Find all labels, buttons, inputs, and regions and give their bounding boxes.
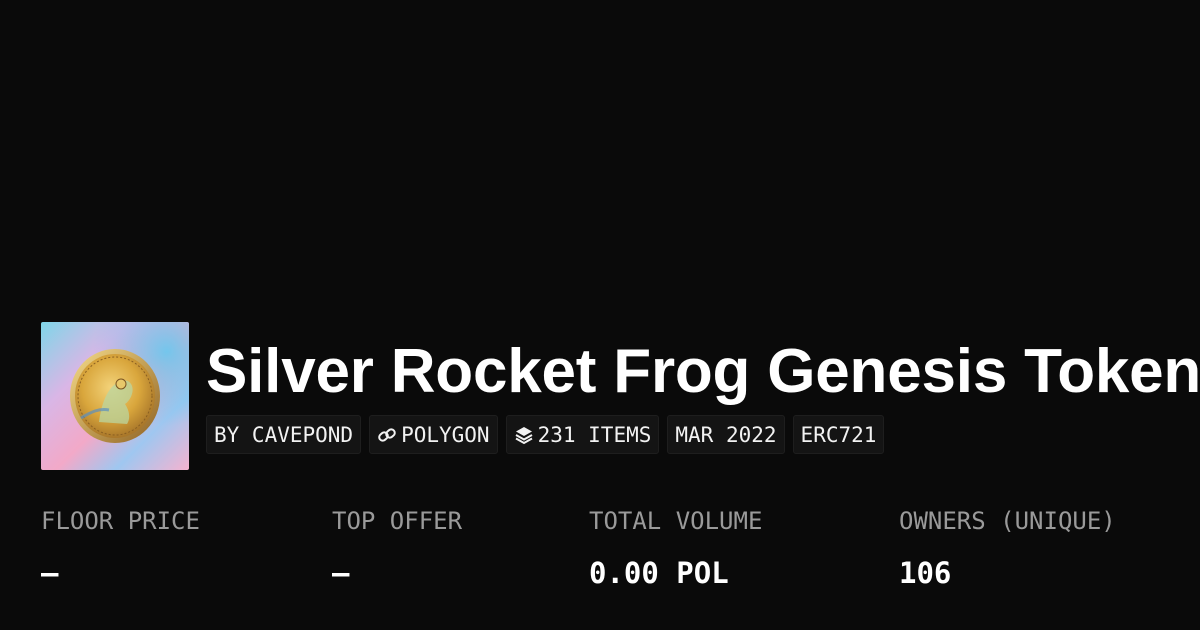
- top-offer-value: –: [332, 556, 350, 590]
- chain-tag[interactable]: POLYGON: [369, 415, 498, 454]
- top-offer-stat: TOP OFFER –: [332, 505, 462, 590]
- layers-icon: [514, 425, 534, 445]
- floor-price-value: –: [41, 556, 59, 590]
- top-offer-label: TOP OFFER: [332, 507, 463, 535]
- standard-tag: ERC721: [792, 415, 885, 454]
- floor-price-label: FLOOR PRICE: [41, 507, 200, 535]
- total-volume-value: 0.00 POL: [589, 556, 729, 590]
- link-icon: [377, 425, 397, 445]
- total-volume-stat: TOTAL VOLUME 0.00 POL: [589, 505, 762, 590]
- total-volume-label: TOTAL VOLUME: [589, 507, 763, 535]
- owners-stat: OWNERS (UNIQUE) 106: [899, 505, 1116, 590]
- chain-label: POLYGON: [401, 422, 490, 447]
- floor-price-stat: FLOOR PRICE –: [41, 505, 200, 590]
- date-tag: MAR 2022: [667, 415, 785, 454]
- collection-tags: BY CAVEPOND POLYGON 231 ITEMS MAR 2022 E…: [206, 415, 885, 454]
- owners-label: OWNERS (UNIQUE): [899, 507, 1116, 535]
- date-label: MAR 2022: [675, 422, 777, 447]
- collection-title: Silver Rocket Frog Genesis Token: [206, 337, 1200, 406]
- owners-value: 106: [899, 556, 952, 590]
- items-tag[interactable]: 231 ITEMS: [505, 415, 660, 454]
- items-label: 231 ITEMS: [537, 422, 652, 447]
- creator-label: BY CAVEPOND: [214, 422, 354, 447]
- standard-label: ERC721: [800, 422, 877, 447]
- creator-tag[interactable]: BY CAVEPOND: [206, 415, 362, 454]
- collection-image: [41, 322, 189, 470]
